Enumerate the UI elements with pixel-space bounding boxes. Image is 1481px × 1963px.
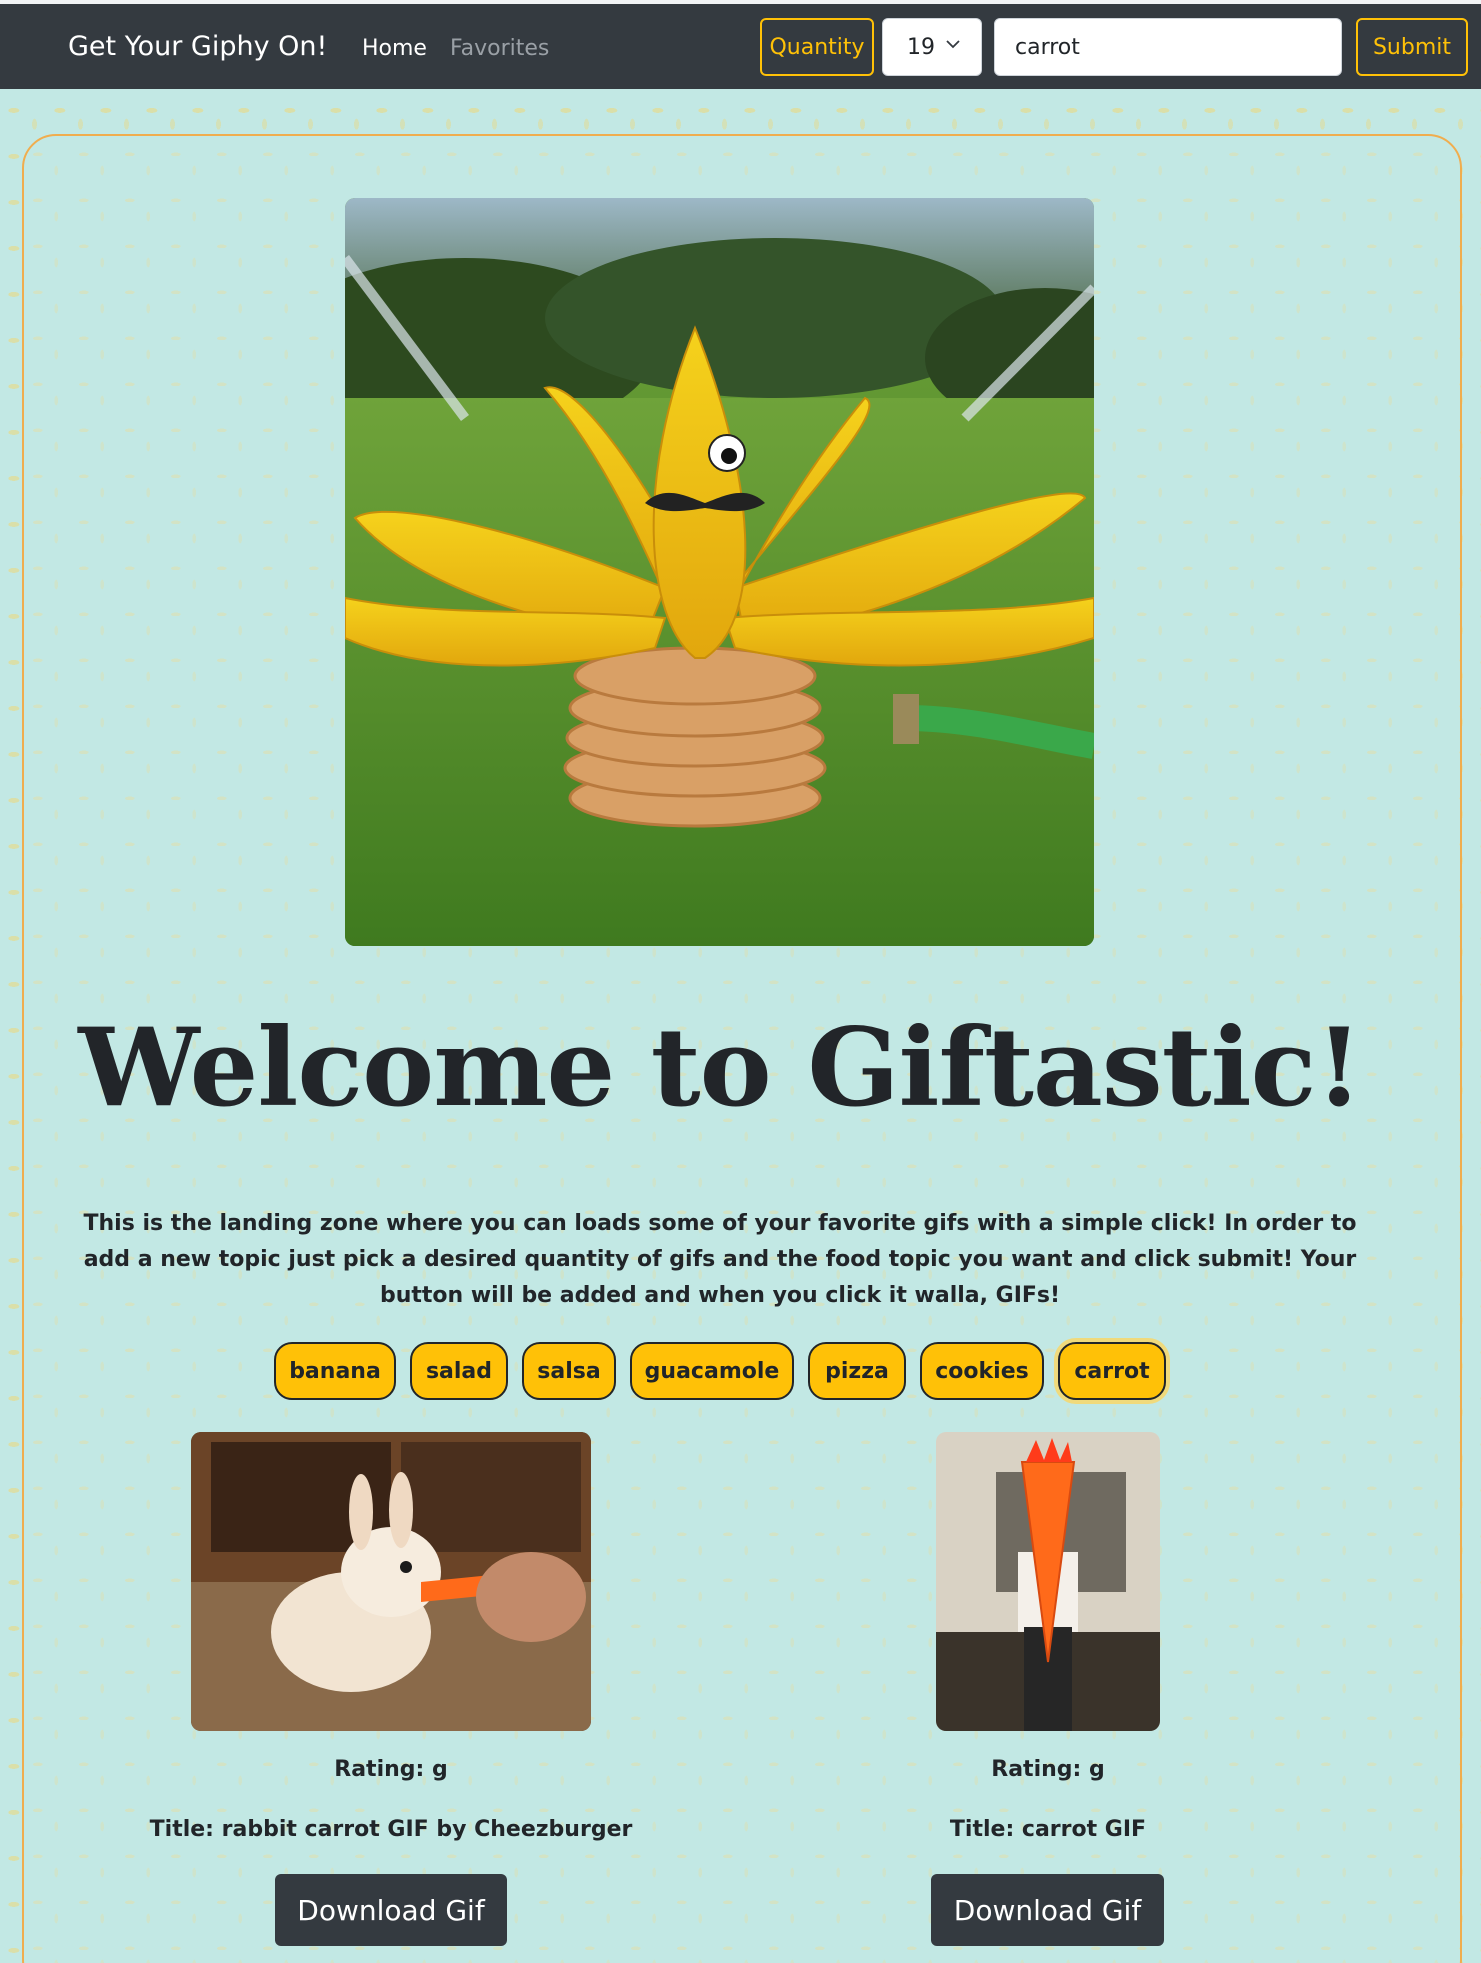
- topic-button-carrot[interactable]: carrot: [1058, 1342, 1166, 1400]
- page-title: Welcome to Giftastic!: [78, 1005, 1363, 1131]
- topic-button-guacamole[interactable]: guacamole: [630, 1342, 794, 1400]
- chevron-down-icon: [946, 40, 960, 49]
- topic-search-input[interactable]: carrot: [994, 18, 1342, 76]
- gif-1-rating: Rating: g: [334, 1757, 448, 1782]
- topic-button-banana[interactable]: banana: [274, 1342, 396, 1400]
- brand-link[interactable]: Get Your Giphy On!: [68, 31, 327, 62]
- topic-button-pizza[interactable]: pizza: [808, 1342, 906, 1400]
- topic-button-cookies[interactable]: cookies: [920, 1342, 1044, 1400]
- gif-2-rating: Rating: g: [991, 1757, 1105, 1782]
- nav-link-home[interactable]: Home: [362, 36, 427, 61]
- gif-image-rabbit-carrot[interactable]: [191, 1432, 591, 1731]
- quantity-button[interactable]: Quantity: [760, 18, 874, 76]
- gif-1-download-button[interactable]: Download Gif: [275, 1874, 507, 1946]
- gif-image-carrot-costume[interactable]: [936, 1432, 1160, 1731]
- gif-1-title: Title: rabbit carrot GIF by Cheezburger: [149, 1817, 633, 1842]
- submit-button[interactable]: Submit: [1356, 18, 1468, 76]
- quantity-select[interactable]: 19: [882, 18, 982, 76]
- quantity-select-value: 19: [907, 34, 935, 60]
- nav-link-favorites[interactable]: Favorites: [450, 36, 549, 61]
- topic-button-salsa[interactable]: salsa: [522, 1342, 616, 1400]
- topic-button-salad[interactable]: salad: [410, 1342, 508, 1400]
- navbar: Get Your Giphy On! Home Favorites Quanti…: [0, 4, 1481, 89]
- topic-buttons: banana salad salsa guacamole pizza cooki…: [0, 1342, 1481, 1402]
- hero-banana-image: [345, 198, 1094, 946]
- intro-paragraph: This is the landing zone where you can l…: [83, 1211, 1357, 1308]
- gif-2-download-button[interactable]: Download Gif: [931, 1874, 1164, 1946]
- gif-2-title: Title: carrot GIF: [949, 1817, 1147, 1842]
